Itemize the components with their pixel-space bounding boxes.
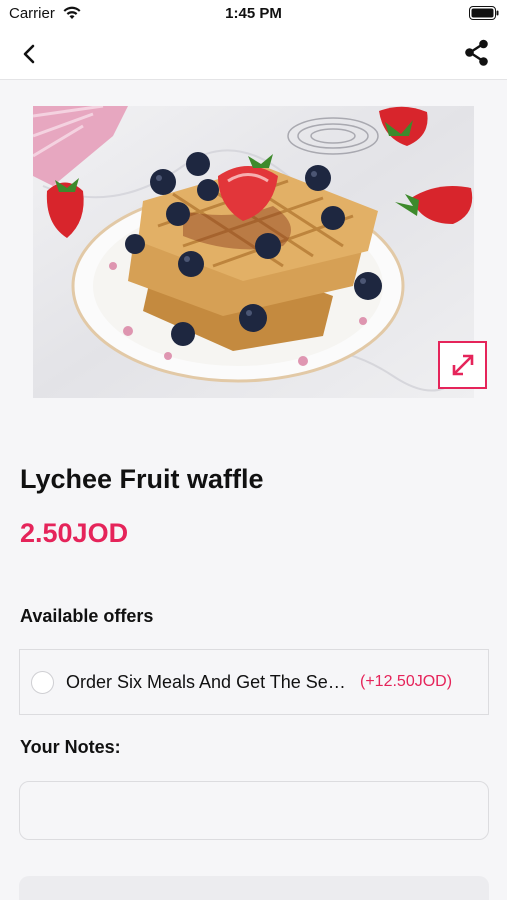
status-bar: Carrier 1:45 PM [0, 0, 507, 28]
share-icon[interactable] [461, 37, 493, 69]
battery-icon [469, 6, 499, 20]
offer-label: Order Six Meals And Get The Seventh Free [66, 672, 352, 692]
expand-image-button[interactable] [438, 341, 487, 389]
offer-price: (+12.50JOD) [360, 673, 453, 690]
product-title: Lychee Fruit waffle [20, 464, 264, 494]
offer-radio[interactable] [31, 671, 54, 694]
bottom-action-bar[interactable] [19, 876, 489, 900]
product-price: 2.50JOD [20, 518, 129, 548]
notes-input[interactable] [19, 781, 489, 840]
notes-heading: Your Notes: [20, 737, 121, 757]
offers-heading: Available offers [20, 606, 154, 626]
expand-icon [452, 354, 473, 376]
clock: 1:45 PM [225, 5, 282, 22]
product-image[interactable] [33, 106, 474, 398]
navigation-bar [0, 28, 507, 80]
waffle-illustration [33, 106, 474, 398]
back-button[interactable] [14, 40, 44, 68]
offer-option[interactable]: Order Six Meals And Get The Seventh Free… [19, 649, 489, 715]
